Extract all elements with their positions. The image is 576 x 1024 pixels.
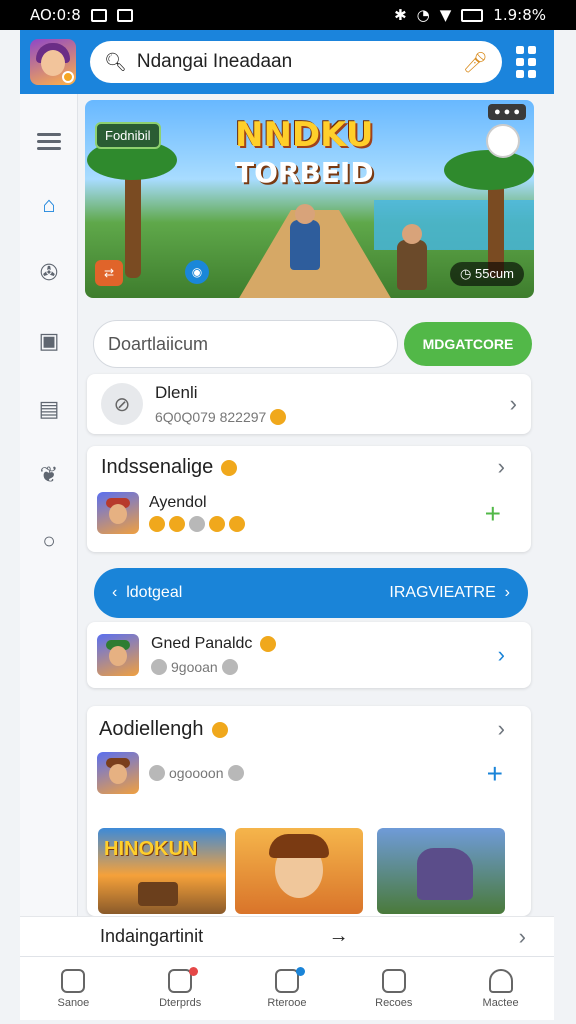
chevron-right-icon[interactable]: ›	[510, 391, 517, 417]
coin-icon	[270, 409, 287, 425]
add-button[interactable]: +	[485, 498, 501, 530]
game-thumbnail	[97, 634, 139, 676]
banner-title: NNDKU TORBEID	[235, 115, 374, 189]
game-tile[interactable]	[377, 828, 505, 914]
promo-bar[interactable]: ‹ ldotgeal IRAGVIEATRE ›	[94, 568, 528, 618]
arrow-right-icon[interactable]: →	[329, 925, 349, 948]
banner-info-button[interactable]: ◉	[185, 260, 209, 284]
game-tile[interactable]	[235, 828, 363, 914]
compass-icon	[486, 124, 520, 158]
link-icon: ⊘	[101, 383, 143, 425]
chevron-left-icon[interactable]: ‹	[112, 584, 117, 601]
add-button[interactable]: +	[487, 758, 503, 790]
gamepad-icon[interactable]: ✇	[34, 258, 64, 288]
notification-icon	[116, 8, 133, 22]
list-item[interactable]: Gned Panaldc 9gooan ›	[87, 622, 531, 688]
item-title: Ayendol	[149, 494, 207, 511]
search-icon[interactable]: ○	[34, 526, 64, 556]
bluetooth-icon: ✱	[394, 6, 407, 24]
game-thumbnail[interactable]	[97, 752, 139, 794]
leaf-icon[interactable]: ❦	[34, 460, 64, 490]
bottom-link-row[interactable]: Indaingartinit → ›	[20, 916, 554, 956]
banner-tag: Fodnibil	[95, 122, 161, 149]
notification-badge	[295, 966, 305, 976]
item-subtitle: ogoooon	[169, 765, 224, 781]
top-app-bar: 🔍︎ Ndangai Ineadaan 🎤︎	[20, 30, 554, 94]
section-title: Indssenalige	[101, 456, 214, 478]
emoji-icon	[221, 459, 238, 476]
featured-banner[interactable]: Fodnibil ● ● ● NNDKU TORBEID ⇄ ◉ ◷ 55cum	[85, 100, 534, 298]
chevron-right-icon[interactable]: ›	[519, 924, 526, 950]
bottom-link-label: Indaingartinit	[100, 926, 204, 946]
row-subtitle: 6Q0Q079 822297	[155, 409, 267, 425]
profile-icon	[488, 968, 513, 993]
bottom-nav: Sanoe Dterprds Rterooe Recoes Mactee	[20, 956, 554, 1020]
side-nav: ⌂ ✇ ▣ ▤ ❦ ○	[20, 94, 78, 916]
banner-action-button[interactable]: ⇄	[95, 260, 123, 286]
row-subtitle: 9gooan	[171, 659, 218, 675]
section-title: Aodiellengh	[99, 718, 204, 740]
status-time: AO:0:8	[30, 6, 81, 24]
notification-badge	[189, 966, 199, 976]
main-content: Fodnibil ● ● ● NNDKU TORBEID ⇄ ◉ ◷ 55cum…	[78, 94, 554, 916]
store-icon	[61, 968, 86, 993]
apps-grid-icon[interactable]	[516, 46, 538, 78]
mic-icon[interactable]: 🎤︎	[463, 50, 488, 75]
nav-item-profile[interactable]: Mactee	[461, 968, 541, 1009]
notification-icon	[90, 8, 107, 22]
battery-percent: 1.9:8%	[493, 6, 546, 24]
chevron-right-icon[interactable]: ›	[498, 454, 505, 480]
banner-time-chip: ◷ 55cum	[450, 262, 524, 286]
search-input[interactable]: Ndangai Ineadaan	[137, 51, 453, 73]
submit-button[interactable]: MDGATCORE	[404, 322, 532, 366]
chevron-right-icon[interactable]: ›	[498, 716, 505, 742]
nav-item-store[interactable]: Sanoe	[33, 968, 113, 1009]
list-item[interactable]: ⊘ Dlenli 6Q0Q079 822297 ›	[87, 374, 531, 434]
search-icon: 🔍︎	[104, 51, 127, 72]
row-title: Gned Panaldc	[151, 635, 253, 652]
shield-icon	[381, 968, 406, 993]
avatar[interactable]	[30, 39, 76, 85]
banner-status-chip: ● ● ●	[487, 104, 526, 120]
search-bar[interactable]: 🔍︎ Ndangai Ineadaan 🎤︎	[90, 41, 502, 83]
row-title: Dlenli	[155, 383, 198, 402]
game-thumbnail[interactable]	[97, 492, 139, 534]
nav-item-home[interactable]: Dterprds	[140, 966, 220, 1009]
menu-icon[interactable]	[34, 126, 64, 156]
chevron-right-icon[interactable]: ›	[505, 584, 510, 601]
nav-item-library[interactable]: Rterooe	[247, 966, 327, 1009]
nav-item-rewards[interactable]: Recoes	[354, 968, 434, 1009]
signal-icon: ▼	[439, 6, 452, 24]
status-bar: AO:0:8 ✱ ◔ ▼ 1.9:8%	[0, 0, 576, 30]
game-tile[interactable]: HINOKUN	[98, 828, 226, 914]
promo-right-label: IRAGVIEATRE	[389, 584, 496, 601]
battery-icon	[461, 8, 484, 22]
section-card: Indssenalige › Ayendol +	[87, 446, 531, 552]
gallery-icon[interactable]: ▤	[34, 394, 64, 424]
wifi-icon: ◔	[416, 6, 430, 24]
code-input[interactable]: Doartlaiicum	[93, 320, 398, 368]
camera-icon[interactable]: ▣	[34, 326, 64, 356]
promo-left-label: ldotgeal	[126, 584, 183, 601]
chevron-right-icon[interactable]: ›	[498, 642, 505, 668]
home-icon[interactable]: ⌂	[34, 190, 64, 220]
emoji-icon	[211, 721, 228, 738]
